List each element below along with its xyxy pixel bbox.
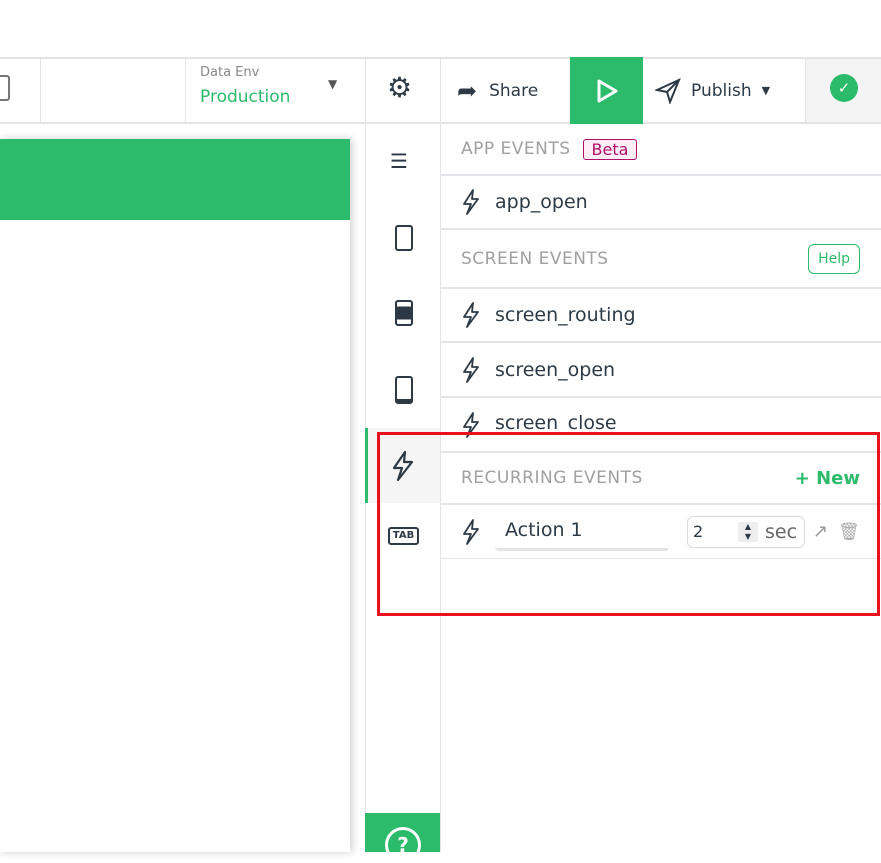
event-label: screen_open	[495, 358, 616, 381]
event-label: screen_close	[495, 412, 617, 434]
event-item-app-open[interactable]: app_open	[441, 176, 881, 230]
app-events-header: APP EVENTS Beta	[441, 124, 881, 176]
section-title: APP EVENTS	[461, 139, 571, 159]
chevron-down-icon: ▼	[328, 77, 338, 91]
section-title: SCREEN EVENTS	[461, 248, 609, 269]
data-env-select[interactable]: Data Env Production ▼	[186, 59, 364, 122]
check-circle-icon: ✓	[830, 74, 858, 102]
event-label: app_open	[495, 191, 588, 213]
publish-label: Publish	[691, 80, 752, 101]
data-env-value: Production	[200, 87, 291, 107]
share-button[interactable]: ➦ Share	[441, 59, 570, 122]
help-button[interactable]: Help	[808, 243, 860, 274]
paper-plane-icon	[655, 77, 681, 104]
beta-badge: Beta	[582, 138, 638, 160]
highlight-box	[377, 432, 880, 616]
run-preview-button[interactable]	[570, 57, 643, 124]
data-env-label: Data Env	[200, 65, 260, 80]
help-button[interactable]: ?	[365, 813, 440, 863]
help-icon: ?	[385, 827, 421, 863]
sliders-icon[interactable]: ☰	[390, 149, 416, 173]
event-label: screen_routing	[495, 304, 636, 326]
settings-gear-icon[interactable]: ⚙	[387, 71, 412, 104]
screen-header-bar	[0, 139, 350, 220]
status-area: ✓	[805, 59, 881, 122]
share-label: Share	[489, 80, 539, 101]
chevron-down-icon: ▼	[761, 84, 771, 97]
top-toolbar: Data Env Production ▼ ⚙ ➦ Share Publish …	[0, 57, 881, 124]
event-item-screen-routing[interactable]: screen_routing	[441, 289, 881, 343]
screen-filled-icon[interactable]	[395, 300, 413, 326]
bolt-icon	[463, 302, 479, 328]
canvas-screen[interactable]	[0, 139, 350, 852]
publish-button[interactable]: Publish ▼	[643, 59, 805, 122]
bolt-icon	[463, 356, 479, 383]
bolt-icon	[463, 189, 479, 215]
share-icon: ➦	[457, 76, 478, 105]
event-item-screen-open[interactable]: screen_open	[441, 343, 881, 398]
mobile-icon[interactable]	[395, 376, 413, 404]
device-icon[interactable]	[0, 75, 10, 101]
screen-icon[interactable]	[395, 225, 413, 251]
play-icon	[597, 79, 617, 102]
screen-events-header: SCREEN EVENTS Help	[441, 230, 881, 289]
